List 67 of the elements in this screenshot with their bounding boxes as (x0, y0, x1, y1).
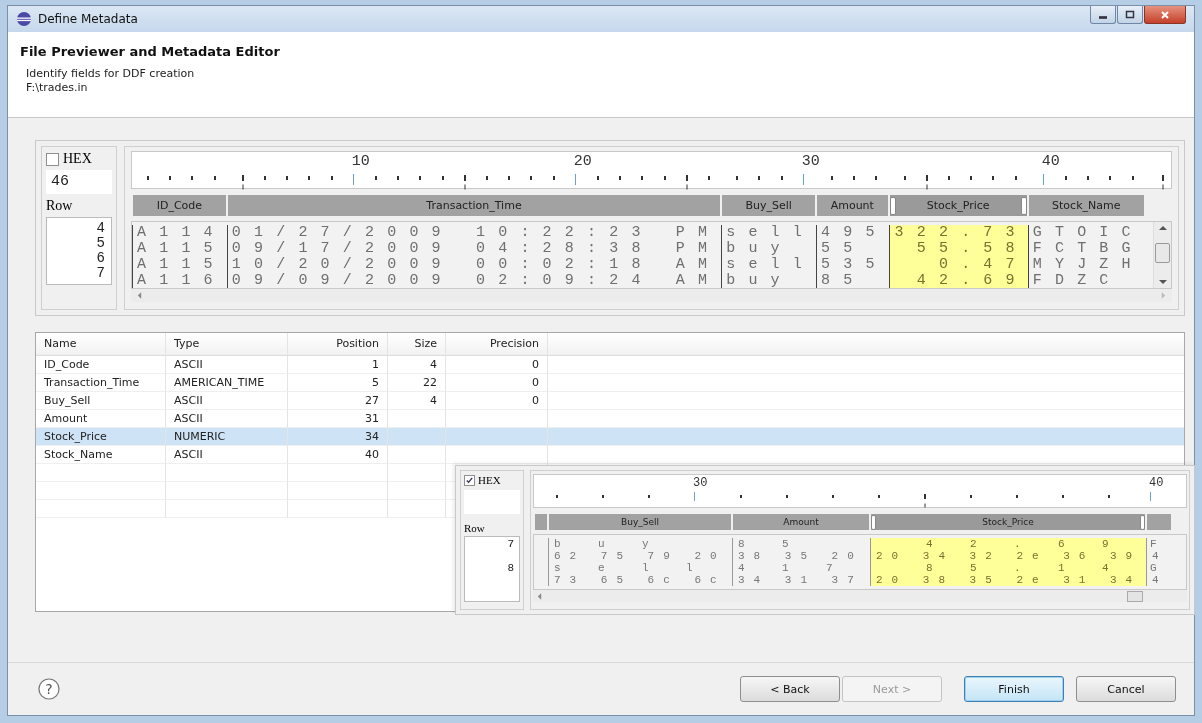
data-cell: G (1146, 562, 1172, 574)
data-cell: sell (721, 225, 816, 241)
table-cell: 34 (288, 428, 388, 446)
data-cell: 55.58 (888, 241, 1028, 257)
window-title: Define Metadata (38, 12, 138, 26)
data-cell: 01/27/2009 10:22:23 PM (226, 225, 722, 241)
row-label: Row (464, 522, 486, 534)
table-cell: 4 (388, 392, 446, 410)
ruler-label: 20 (573, 153, 592, 170)
data-cell: sell (721, 257, 816, 273)
row-number: 4 (95, 221, 105, 236)
description-text: Identify fields for DDF creation (26, 67, 196, 81)
data-cell: 535 (816, 257, 889, 273)
table-cell: Buy_Sell (36, 392, 166, 410)
data-cell: 55 (816, 241, 889, 257)
table-cell: ASCII (166, 356, 288, 374)
row-number: 7 (95, 266, 105, 281)
data-cell: 42.69 (888, 273, 1028, 288)
data-cell: 322.73 (888, 225, 1028, 241)
table-cell: Transaction_Time (36, 374, 166, 392)
row-number: 7 (506, 539, 514, 552)
data-cell: 10/20/2009 00:02:18 AM (226, 257, 722, 273)
file-path: F:\trades.in (26, 81, 89, 95)
data-cell: 42.69 (870, 538, 1146, 550)
data-cell: 85.14 (870, 562, 1146, 574)
data-cell: 495 (816, 225, 889, 241)
ruler-label: 40 (1041, 153, 1060, 170)
data-cell: A115 (132, 241, 227, 257)
dialog-title: File Previewer and Metadata Editor (20, 44, 281, 59)
table-cell: ID_Code (36, 356, 166, 374)
data-cell: A115 (132, 257, 227, 273)
hex-cell: 4 (1146, 574, 1172, 586)
table-cell: ASCII (166, 446, 288, 464)
hex-cell: 4 (1146, 550, 1172, 562)
table-cell: 5 (288, 374, 388, 392)
row-number: 8 (506, 563, 514, 576)
table-cell: 0 (446, 356, 548, 374)
data-cell: 09/17/2009 04:28:38 PM (226, 241, 722, 257)
table-cell: 40 (288, 446, 388, 464)
table-cell: NUMERIC (166, 428, 288, 446)
table-cell: 1 (288, 356, 388, 374)
data-cell: buy (548, 538, 732, 550)
table-cell: 0 (446, 374, 548, 392)
row-label: Row (46, 198, 74, 214)
hex-cell: 73 65 6c 6c (548, 574, 732, 586)
row-number: 6 (95, 251, 105, 266)
data-cell: 0.47 (888, 257, 1028, 273)
ruler-label: 10 (351, 153, 370, 170)
table-cell: 27 (288, 392, 388, 410)
data-cell: sell (548, 562, 732, 574)
hex-cell: 20 34 32 2e 36 39 (870, 550, 1146, 562)
hex-cell: 20 38 35 2e 31 34 (870, 574, 1146, 586)
table-cell: 4 (388, 356, 446, 374)
table-cell: Stock_Price (36, 428, 166, 446)
ruler-label: 40 (1149, 476, 1164, 490)
data-cell: A114 (132, 225, 227, 241)
hex-cell: 62 75 79 20 (548, 550, 732, 562)
row-number: 5 (95, 236, 105, 251)
data-cell: buy (721, 241, 816, 257)
table-cell: 0 (446, 392, 548, 410)
table-cell: ASCII (166, 392, 288, 410)
table-cell: AMERICAN_TIME (166, 374, 288, 392)
ruler-label: 30 (801, 153, 820, 170)
ruler-label: 30 (693, 476, 708, 490)
table-cell: Stock_Name (36, 446, 166, 464)
data-cell: F (1146, 538, 1172, 550)
table-cell: 22 (388, 374, 446, 392)
